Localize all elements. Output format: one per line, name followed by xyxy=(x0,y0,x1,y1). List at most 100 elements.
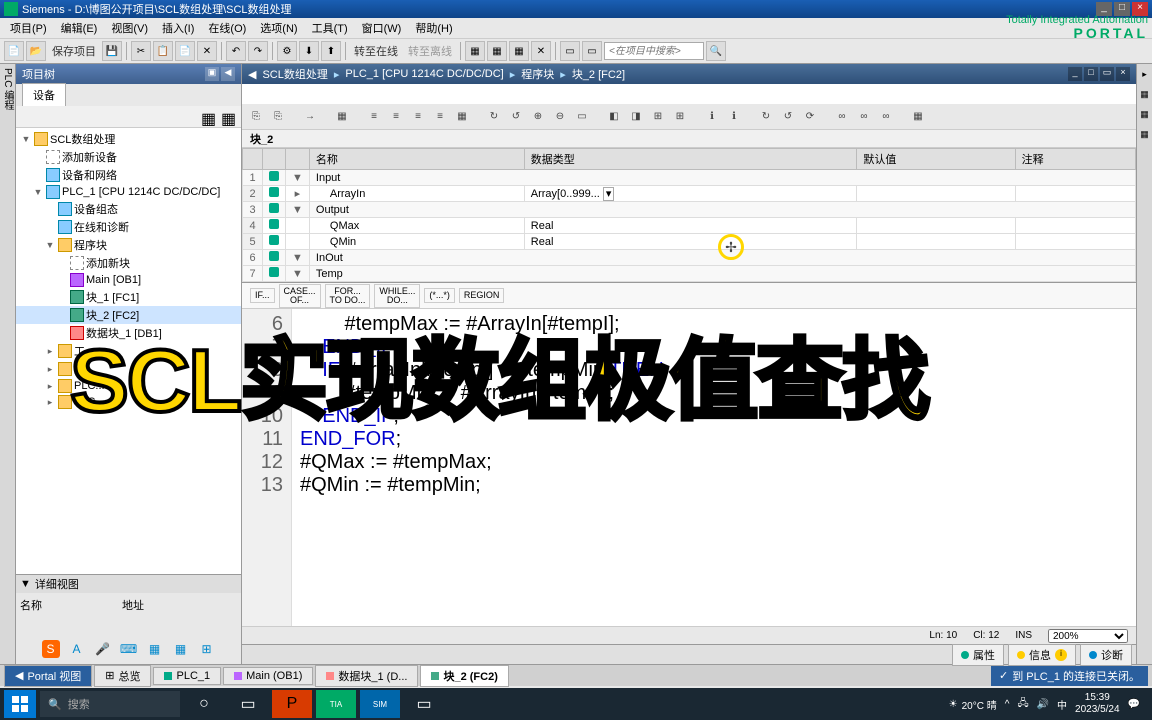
et-btn-2[interactable]: ⎘ xyxy=(268,107,288,127)
ime-grid-icon[interactable]: ⊞ xyxy=(198,640,216,658)
tray-up-icon[interactable]: ^ xyxy=(1005,699,1010,710)
et-btn-27[interactable]: ▦ xyxy=(908,107,928,127)
et-btn-4[interactable]: ▦ xyxy=(332,107,352,127)
tray-vol-icon[interactable]: 🔊 xyxy=(1037,699,1049,710)
var-row[interactable]: 7▼Temp xyxy=(243,266,1136,282)
et-btn-12[interactable]: ⊕ xyxy=(528,107,548,127)
open-project-button[interactable]: 📂 xyxy=(26,41,46,61)
menu-online[interactable]: 在线(O) xyxy=(202,18,252,38)
snippet-button[interactable]: WHILE...DO... xyxy=(374,284,420,308)
et-btn-15[interactable]: ◧ xyxy=(604,107,624,127)
go-online-label[interactable]: 转至在线 xyxy=(350,43,402,59)
doc-tab-plc1[interactable]: PLC_1 xyxy=(153,667,221,685)
tree-item[interactable]: 块_1 [FC1] xyxy=(16,288,241,306)
menu-tools[interactable]: 工具(T) xyxy=(306,18,354,38)
et-btn-22[interactable]: ↺ xyxy=(778,107,798,127)
et-btn-9[interactable]: ▦ xyxy=(452,107,472,127)
tree-tb-3[interactable]: ▦ xyxy=(221,109,237,125)
tray-net-icon[interactable]: 🖧 xyxy=(1017,696,1028,713)
right-dock-1[interactable]: ▸ xyxy=(1137,64,1152,84)
editor-restore-icon[interactable]: ▭ xyxy=(1100,67,1114,81)
task-taskview[interactable]: ▭ xyxy=(228,690,268,718)
info-tab[interactable]: 信息 i xyxy=(1008,644,1076,666)
var-row[interactable]: 5QMinReal xyxy=(243,234,1136,250)
tb-btn-3[interactable]: ▦ xyxy=(509,41,529,61)
et-btn-25[interactable]: ∞ xyxy=(854,107,874,127)
ime-icon[interactable]: S xyxy=(42,640,60,658)
menu-view[interactable]: 视图(V) xyxy=(105,18,154,38)
task-app-2[interactable]: TIA xyxy=(316,690,356,718)
snippet-button[interactable]: IF... xyxy=(250,288,275,303)
copy-button[interactable]: 📋 xyxy=(153,41,173,61)
tree-item[interactable]: ▼程序块 xyxy=(16,236,241,254)
redo-button[interactable]: ↷ xyxy=(248,41,268,61)
editor-close-icon[interactable]: × xyxy=(1116,67,1130,81)
et-btn-14[interactable]: ▭ xyxy=(572,107,592,127)
right-dock-2[interactable]: ▦ xyxy=(1137,84,1152,104)
project-tree[interactable]: ▼SCL数组处理添加新设备设备和网络▼PLC_1 [CPU 1214C DC/D… xyxy=(16,128,241,574)
et-btn-26[interactable]: ∞ xyxy=(876,107,896,127)
et-btn-17[interactable]: ⊞ xyxy=(648,107,668,127)
zoom-select[interactable]: 200% xyxy=(1048,629,1128,643)
menu-options[interactable]: 选项(N) xyxy=(254,18,303,38)
et-btn-19[interactable]: ℹ xyxy=(702,107,722,127)
snippet-button[interactable]: FOR...TO DO... xyxy=(325,284,371,308)
et-btn-10[interactable]: ↻ xyxy=(484,107,504,127)
et-btn-16[interactable]: ◨ xyxy=(626,107,646,127)
compile-button[interactable]: ⚙ xyxy=(277,41,297,61)
tree-item[interactable]: 数据块_1 [DB1] xyxy=(16,324,241,342)
paste-button[interactable]: 📄 xyxy=(175,41,195,61)
menu-window[interactable]: 窗口(W) xyxy=(356,18,408,38)
tree-item[interactable]: Main [OB1] xyxy=(16,272,241,288)
tree-tb-2[interactable]: ▦ xyxy=(201,109,217,125)
cut-button[interactable]: ✂ xyxy=(131,41,151,61)
et-btn-5[interactable]: ≡ xyxy=(364,107,384,127)
tree-pin-icon[interactable]: ◀ xyxy=(221,67,235,81)
et-btn-20[interactable]: ℹ xyxy=(724,107,744,127)
tree-tb-1[interactable] xyxy=(20,109,36,125)
tree-item[interactable]: 设备和网络 xyxy=(16,166,241,184)
tb-btn-6[interactable]: ▭ xyxy=(582,41,602,61)
tree-item[interactable]: ▼PLC_1 [CPU 1214C DC/DC/DC] xyxy=(16,184,241,200)
ime-set-icon[interactable]: ▦ xyxy=(172,640,190,658)
weather-widget[interactable]: ☀ 20°C 晴 xyxy=(949,697,997,712)
devices-tab[interactable]: 设备 xyxy=(22,83,66,106)
et-btn-1[interactable]: ⎘ xyxy=(246,107,266,127)
task-app-1[interactable]: P xyxy=(272,690,312,718)
right-dock-3[interactable]: ▦ xyxy=(1137,104,1152,124)
editor-min-icon[interactable]: _ xyxy=(1068,67,1082,81)
tb-btn-2[interactable]: ▦ xyxy=(487,41,507,61)
menu-insert[interactable]: 插入(I) xyxy=(156,18,200,38)
task-cortana[interactable]: ○ xyxy=(184,690,224,718)
var-row[interactable]: 4QMaxReal xyxy=(243,218,1136,234)
new-project-button[interactable]: 📄 xyxy=(4,41,24,61)
code-editor[interactable]: #tempMax := #ArrayIn[#tempI]; END_IF; IF… xyxy=(292,309,672,626)
et-btn-11[interactable]: ↺ xyxy=(506,107,526,127)
tree-item[interactable]: ▼SCL数组处理 xyxy=(16,130,241,148)
save-label[interactable]: 保存项目 xyxy=(48,43,100,59)
menu-help[interactable]: 帮助(H) xyxy=(409,18,458,38)
overview-tab[interactable]: ⊞ 总览 xyxy=(94,665,151,687)
var-row[interactable]: 3▼Output xyxy=(243,202,1136,218)
go-offline-label[interactable]: 转至离线 xyxy=(404,43,456,59)
editor-max-icon[interactable]: □ xyxy=(1084,67,1098,81)
et-btn-6[interactable]: ≡ xyxy=(386,107,406,127)
doc-tab-fc2[interactable]: 块_2 (FC2) xyxy=(420,665,508,687)
var-row[interactable]: 1▼Input xyxy=(243,170,1136,186)
tb-btn-4[interactable]: ✕ xyxy=(531,41,551,61)
right-dock-4[interactable]: ▦ xyxy=(1137,124,1152,144)
breadcrumb-4[interactable]: 块_2 [FC2] xyxy=(572,66,625,82)
ime-kb-icon[interactable]: ⌨ xyxy=(120,640,138,658)
menu-edit[interactable]: 编辑(E) xyxy=(55,18,104,38)
save-button[interactable]: 💾 xyxy=(102,41,122,61)
tree-item[interactable]: ▸工... xyxy=(16,342,241,360)
et-btn-24[interactable]: ∞ xyxy=(832,107,852,127)
et-btn-7[interactable]: ≡ xyxy=(408,107,428,127)
task-app-4[interactable]: ▭ xyxy=(404,690,444,718)
search-button[interactable]: 🔍 xyxy=(706,41,726,61)
left-dock-strip[interactable]: PLC 编程 xyxy=(0,64,16,664)
bc-nav-left[interactable]: ◀ xyxy=(248,68,256,81)
diag-tab[interactable]: 诊断 xyxy=(1080,644,1132,666)
et-btn-21[interactable]: ↻ xyxy=(756,107,776,127)
doc-tab-main[interactable]: Main (OB1) xyxy=(223,667,313,685)
